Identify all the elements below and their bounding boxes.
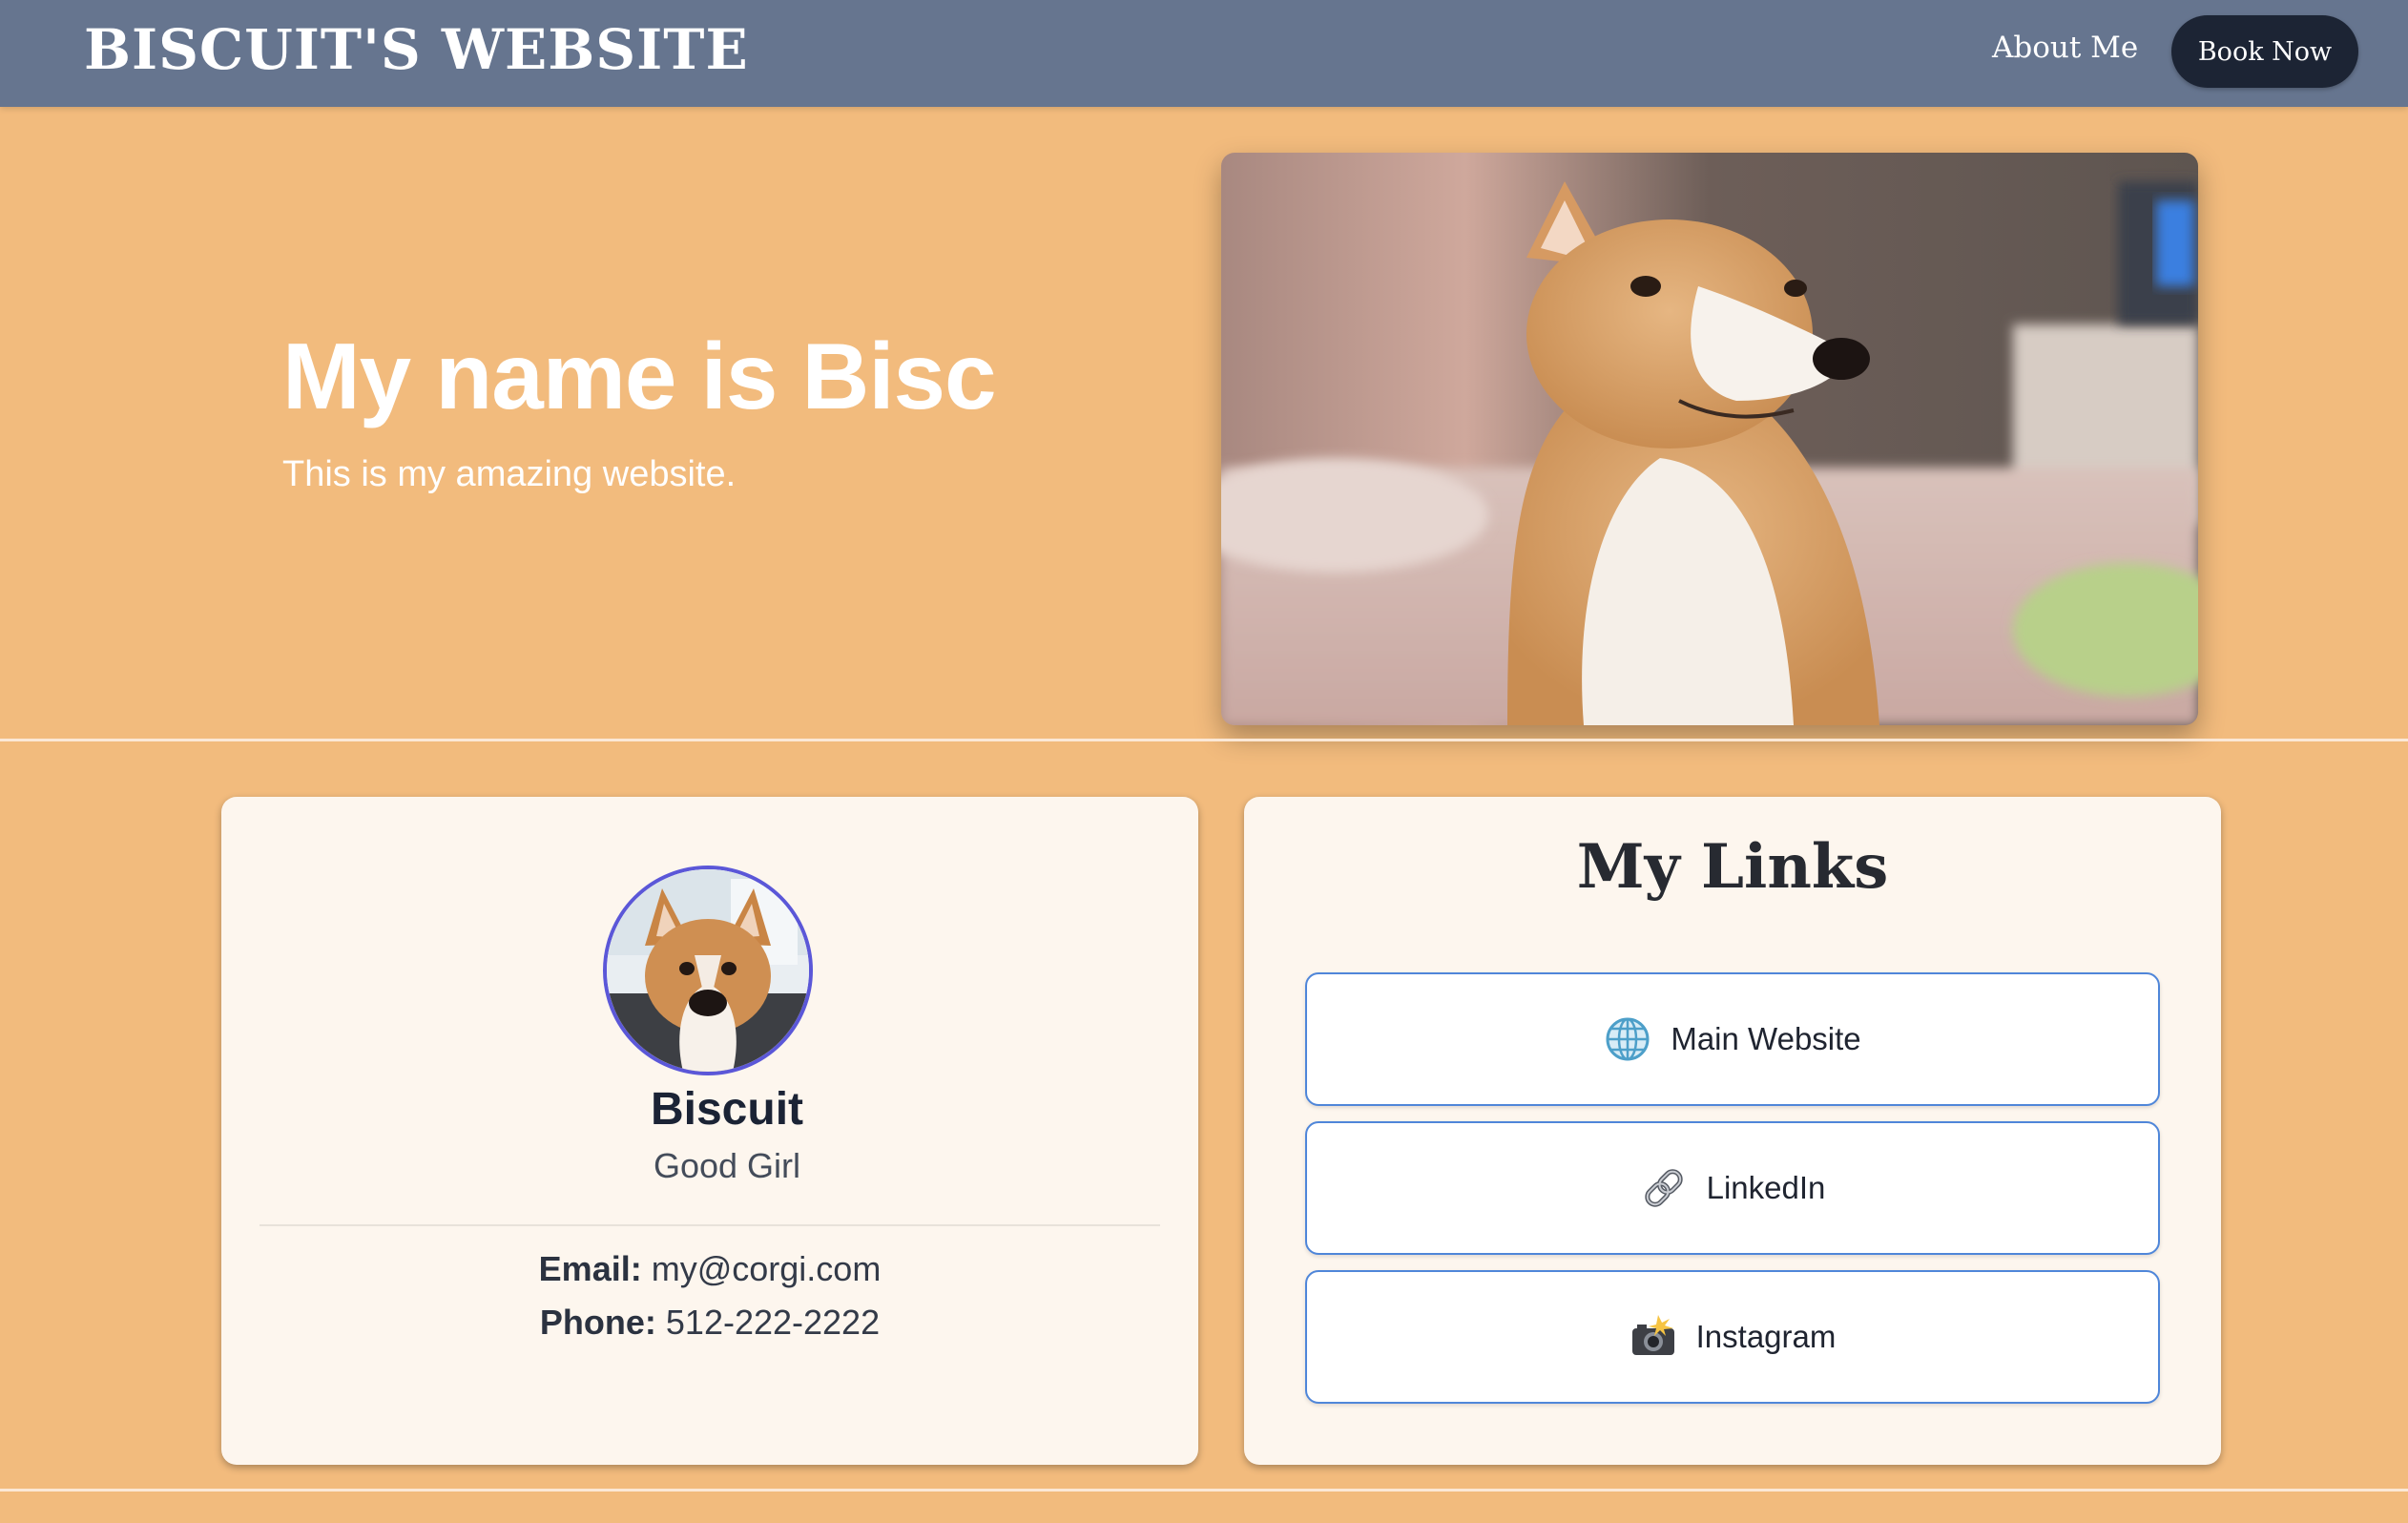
globe-icon (1604, 1015, 1651, 1063)
section-divider-bottom (0, 1489, 2408, 1492)
email-label: Email: (538, 1249, 642, 1288)
link-label: Instagram (1695, 1319, 1837, 1354)
profile-role: Good Girl (653, 1146, 801, 1185)
nav-about-me-link[interactable]: About Me (1992, 31, 2138, 65)
instagram-link-button[interactable]: Instagram (1305, 1270, 2160, 1404)
link-icon (1640, 1164, 1688, 1212)
links-title: My Links (1576, 831, 1889, 903)
hero-subtitle: This is my amazing website. (282, 454, 737, 494)
hero-corgi-photo (1221, 153, 2198, 725)
main-website-link-button[interactable]: Main Website (1305, 972, 2160, 1106)
phone-line: Phone: 512-222-2222 (221, 1303, 1198, 1343)
camera-flash-icon (1630, 1313, 1677, 1361)
link-label: LinkedIn (1706, 1170, 1826, 1205)
email-value[interactable]: my@corgi.com (652, 1249, 882, 1288)
book-now-button[interactable]: Book Now (2171, 15, 2358, 88)
link-label: Main Website (1671, 1021, 1861, 1056)
avatar (603, 866, 813, 1075)
phone-value[interactable]: 512-222-2222 (666, 1303, 880, 1342)
section-divider-top (0, 739, 2408, 741)
linkedin-link-button[interactable]: LinkedIn (1305, 1121, 2160, 1255)
links-card: My Links Main Website LinkedIn Instagram (1244, 797, 2221, 1465)
navbar: BISCUIT'S WEBSITE About Me Book Now (0, 0, 2408, 107)
profile-divider (259, 1224, 1160, 1226)
profile-name: Biscuit (650, 1084, 804, 1135)
profile-card: Biscuit Good Girl Email: my@corgi.com Ph… (221, 797, 1198, 1465)
hero-title: My name is Bisc (282, 323, 997, 428)
email-line: Email: my@corgi.com (221, 1249, 1198, 1289)
phone-label: Phone: (539, 1303, 656, 1342)
site-brand[interactable]: BISCUIT'S WEBSITE (84, 17, 749, 82)
